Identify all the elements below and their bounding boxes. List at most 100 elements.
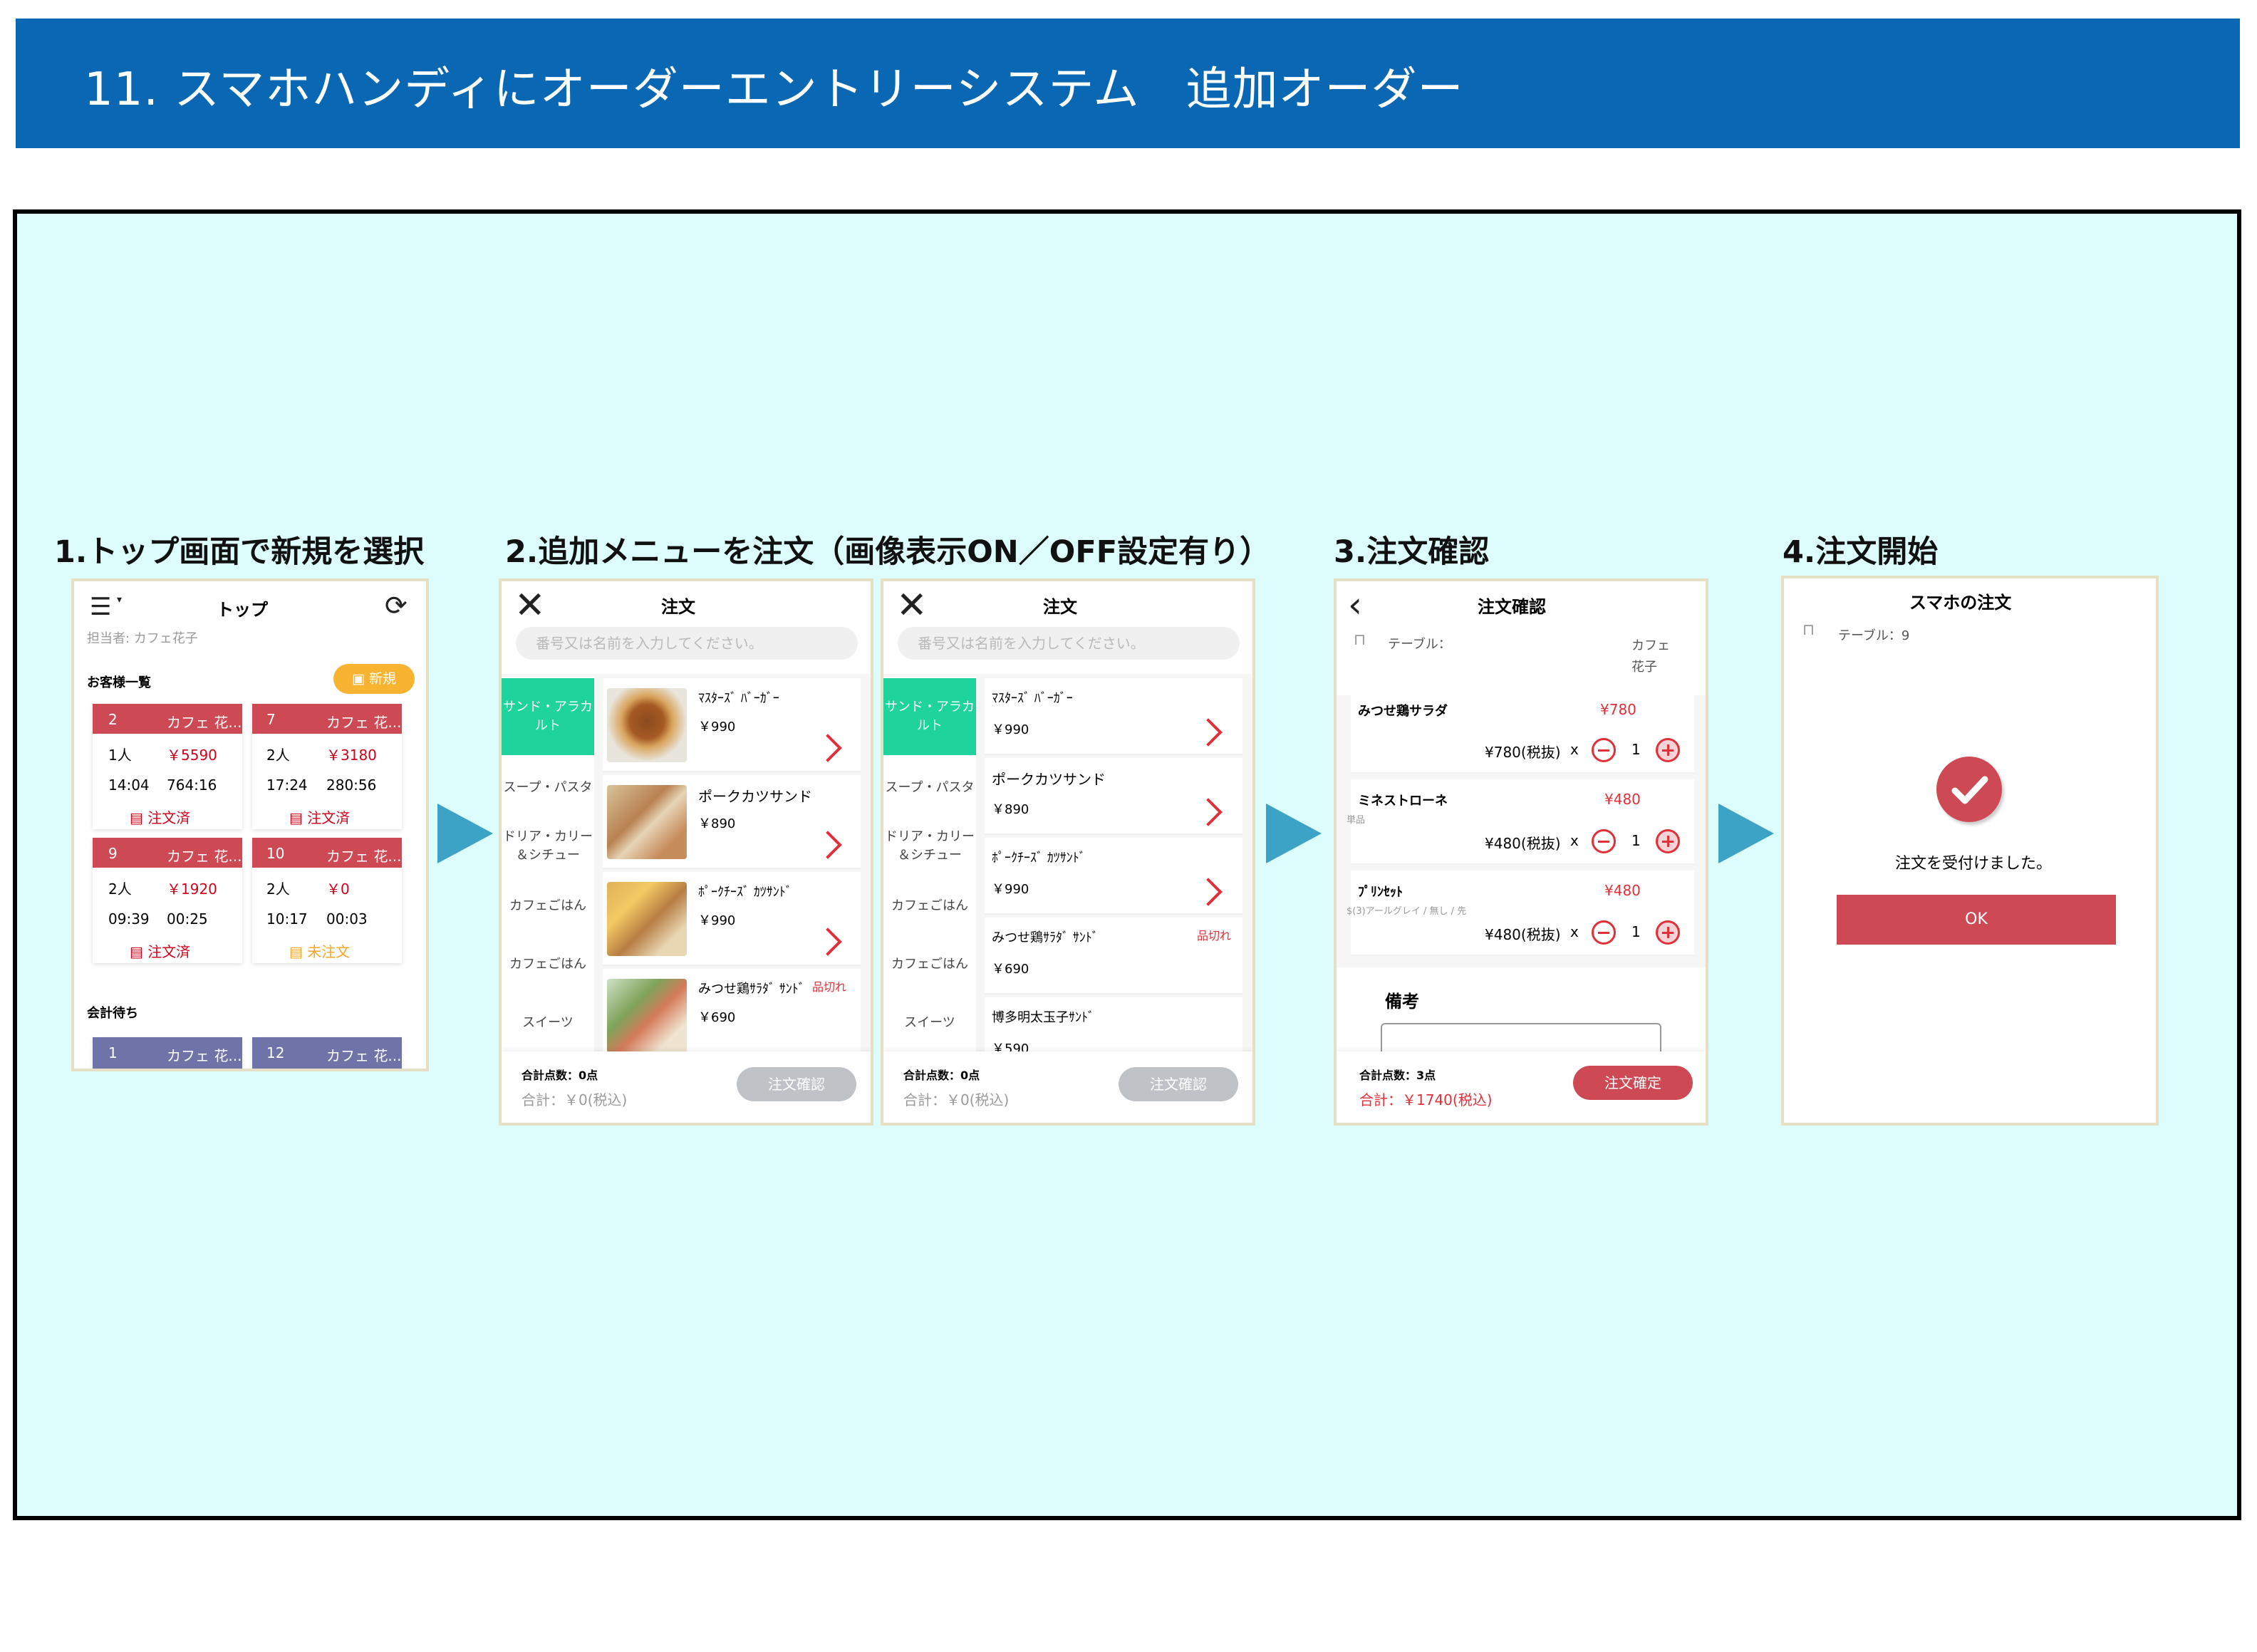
category-cafe-rice-2[interactable]: カフェごはん: [883, 935, 976, 994]
plus-button[interactable]: [1656, 829, 1680, 853]
chevron-right-icon[interactable]: [1194, 798, 1223, 826]
menu-item[interactable]: ﾏｽﾀｰｽﾞ ﾊﾞｰｶﾞｰ ￥990: [603, 678, 861, 772]
seated-time: 09:39: [108, 910, 150, 928]
phone-order-complete: スマホの注文 ⊓ テーブル：9 注文を受付けました。 OK: [1781, 576, 2159, 1126]
menu-item[interactable]: みつせ鶏ｻﾗﾀﾞ ｻﾝﾄﾞ 品切れ ￥690: [603, 969, 861, 1063]
order-status: ▤ 未注文: [289, 943, 351, 960]
close-icon[interactable]: ✕: [896, 584, 928, 627]
menu-item[interactable]: ポークカツサンド ￥890: [985, 758, 1242, 835]
checkout-card[interactable]: 1 カフェ 花...: [93, 1037, 242, 1069]
total-count: 合計点数：0点: [522, 1069, 598, 1082]
check-icon: [1936, 757, 2002, 822]
customer-name: カフェ 花...: [167, 848, 242, 865]
menu-item[interactable]: ポークカツサンド ￥890: [603, 775, 861, 869]
line-qty: 1: [1631, 832, 1641, 849]
submit-order-button[interactable]: 注文確定: [1573, 1066, 1693, 1100]
chevron-right-icon[interactable]: [814, 831, 842, 859]
order-confirm-button[interactable]: 注文確認: [1119, 1067, 1238, 1101]
order-line: みつせ鶏サラダ ¥780 ¥780(税抜) x 1: [1351, 688, 1694, 774]
customer-card[interactable]: 10 カフェ 花... 2人 ￥0 10:17 00:03 ▤ 未注文: [252, 838, 402, 963]
category-cafe-rice[interactable]: カフェごはん: [883, 876, 976, 936]
customer-name: カフェ 花...: [326, 848, 402, 865]
step-4-title: 4.注文開始: [1783, 534, 1939, 570]
item-name: みつせ鶏ｻﾗﾀﾞ ｻﾝﾄﾞ: [698, 982, 805, 997]
flow-board: 1.トップ画面で新規を選択 2.追加メニューを注文（画像表示ON／OFF設定有り…: [13, 209, 2241, 1520]
line-qty: 1: [1631, 741, 1641, 758]
category-soup[interactable]: スープ・パスタ: [883, 758, 976, 818]
line-subtotal: ¥780(税抜): [1485, 744, 1561, 761]
item-name: ポークカツサンド: [698, 788, 812, 805]
customer-card[interactable]: 2 カフェ 花... 1人 ￥5590 14:04 764:16 ▤ 注文済: [93, 704, 242, 829]
search-input[interactable]: 番号又は名前を入力してください。: [898, 627, 1240, 660]
table-icon: ⊓: [1802, 621, 1815, 639]
party-size: 2人: [108, 880, 132, 898]
order-status: ▤ 注文済: [130, 809, 191, 826]
top-title: トップ: [217, 600, 268, 620]
elapsed-time: 764:16: [167, 776, 217, 794]
order-status: ▤ 注文済: [130, 943, 191, 960]
chevron-right-icon[interactable]: [1194, 878, 1223, 906]
item-price: ￥990: [992, 882, 1029, 897]
chevron-right-icon[interactable]: [814, 928, 842, 956]
close-icon[interactable]: ✕: [514, 584, 546, 627]
menu-icon[interactable]: ☰: [90, 593, 111, 621]
plus-button[interactable]: [1656, 920, 1680, 945]
item-price: ￥890: [698, 816, 736, 831]
item-name: 博多明太玉子ｻﾝﾄﾞ: [992, 1010, 1094, 1025]
order-title: 注文: [1043, 597, 1077, 617]
minus-button[interactable]: [1592, 738, 1616, 762]
clipboard-icon: ▤: [130, 943, 143, 960]
customer-card[interactable]: 9 カフェ 花... 2人 ￥1920 09:39 00:25 ▤ 注文済: [93, 838, 242, 963]
category-doria[interactable]: ドリア・カリー＆シチュー: [502, 816, 594, 876]
menu-item[interactable]: ﾏｽﾀｰｽﾞ ﾊﾞｰｶﾞｰ ￥990: [985, 678, 1242, 755]
customer-name: カフェ 花...: [326, 1047, 402, 1064]
chevron-right-icon[interactable]: [814, 734, 842, 762]
party-size: 2人: [266, 747, 290, 764]
table-number: 2: [108, 711, 118, 728]
category-sweets[interactable]: スイーツ: [502, 993, 594, 1053]
customers-section-title: お客様一覧: [87, 675, 151, 690]
category-soup[interactable]: スープ・パスタ: [502, 758, 594, 818]
order-footer: 合計点数：0点 合計：￥0(税込) 注文確認: [502, 1051, 871, 1123]
clipboard-icon: ▤: [289, 809, 303, 826]
total-price: 合計：￥1740(税込): [1359, 1091, 1493, 1108]
minus-button[interactable]: [1592, 829, 1616, 853]
seated-time: 10:17: [266, 910, 308, 928]
table-number: 1: [108, 1044, 118, 1061]
refresh-icon[interactable]: ⟳: [385, 590, 408, 621]
customer-name: カフェ 花子: [1631, 638, 1670, 675]
menu-item[interactable]: みつせ鶏ｻﾗﾀﾞ ｻﾝﾄﾞ 品切れ ￥690: [985, 918, 1242, 994]
checkout-section-title: 会計待ち: [87, 1006, 138, 1021]
line-price: ¥480: [1604, 882, 1641, 899]
burger-image: [607, 688, 687, 762]
item-name: ﾎﾟｰｸﾁｰｽﾞ ｶﾂｻﾝﾄﾞ: [992, 851, 1086, 866]
pork-cutlet-sandwich-image: [607, 785, 687, 859]
plus-button[interactable]: [1656, 738, 1680, 762]
customer-card[interactable]: 7 カフェ 花... 2人 ￥3180 17:24 280:56 ▤ 注文済: [252, 704, 402, 829]
table-icon: ⊓: [1354, 631, 1366, 649]
search-input[interactable]: 番号又は名前を入力してください。: [516, 627, 858, 660]
ok-button[interactable]: OK: [1837, 895, 2116, 945]
chevron-right-icon[interactable]: [1194, 718, 1223, 747]
category-sandwich[interactable]: サンド・アラカルト: [502, 678, 594, 755]
category-sweets[interactable]: スイーツ: [883, 993, 976, 1053]
caret-down-icon[interactable]: ▾: [117, 594, 122, 606]
line-name: みつせ鶏サラダ: [1358, 704, 1448, 719]
menu-item[interactable]: ﾎﾟｰｸﾁｰｽﾞ ｶﾂｻﾝﾄﾞ ￥990: [985, 838, 1242, 915]
minus-button[interactable]: [1592, 920, 1616, 945]
category-cafe-rice-2[interactable]: カフェごはん: [502, 935, 594, 994]
back-icon[interactable]: ‹: [1348, 584, 1362, 625]
checkout-card[interactable]: 12 カフェ 花...: [252, 1037, 402, 1069]
line-note: $(3)アールグレイ / 無し / 先: [1347, 906, 1467, 917]
seated-time: 17:24: [266, 776, 308, 794]
done-message: 注文を受付けました。: [1895, 855, 2053, 873]
category-doria[interactable]: ドリア・カリー＆シチュー: [883, 816, 976, 876]
order-confirm-button[interactable]: 注文確認: [737, 1067, 856, 1101]
step-2-title: 2.追加メニューを注文（画像表示ON／OFF設定有り）: [505, 534, 1271, 570]
menu-item[interactable]: ﾎﾟｰｸﾁｰｽﾞ ｶﾂｻﾝﾄﾞ ￥990: [603, 872, 861, 966]
total-price: 合計：￥0(税込): [522, 1091, 628, 1108]
category-cafe-rice[interactable]: カフェごはん: [502, 876, 594, 936]
new-button[interactable]: ▣ 新規: [333, 664, 415, 694]
flow-arrow-1: [437, 804, 493, 863]
category-sandwich[interactable]: サンド・アラカルト: [883, 678, 976, 755]
